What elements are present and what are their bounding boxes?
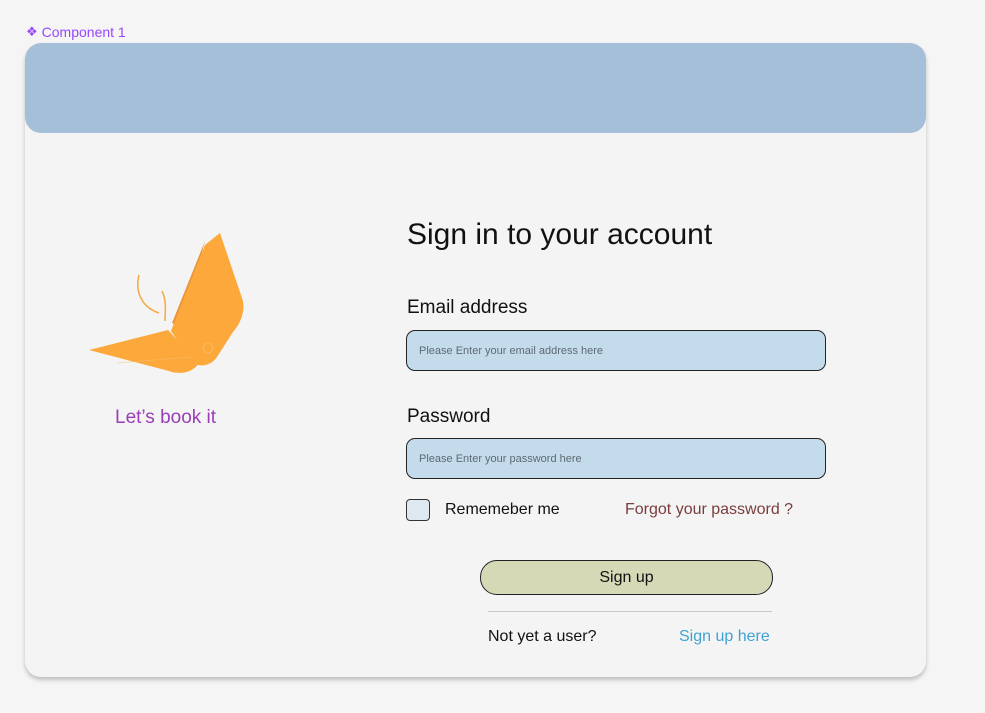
signup-button[interactable]: Sign up: [480, 560, 773, 595]
card-header: [25, 43, 926, 133]
butterfly-logo-icon: [89, 233, 244, 373]
page-title: Sign in to your account: [407, 218, 713, 251]
component-label: ❖ Component 1: [26, 24, 126, 40]
not-user-text: Not yet a user?: [488, 628, 597, 645]
component-diamond-icon: ❖: [26, 24, 38, 39]
remember-me-label: Rememeber me: [445, 501, 560, 518]
forgot-password-link[interactable]: Forgot your password ?: [625, 501, 793, 519]
canvas: ❖ Component 1 Let’s book it Sign in to y…: [0, 0, 985, 713]
divider: [488, 611, 772, 612]
password-label: Password: [407, 406, 491, 427]
signup-here-link[interactable]: Sign up here: [679, 628, 770, 646]
component-label-text: Component 1: [41, 24, 126, 40]
remember-me-checkbox[interactable]: [406, 499, 430, 521]
email-label: Email address: [407, 297, 528, 318]
password-field[interactable]: [406, 438, 826, 479]
login-card: Let’s book it Sign in to your account Em…: [25, 43, 926, 677]
tagline: Let’s book it: [115, 407, 217, 428]
email-field[interactable]: [406, 330, 826, 371]
